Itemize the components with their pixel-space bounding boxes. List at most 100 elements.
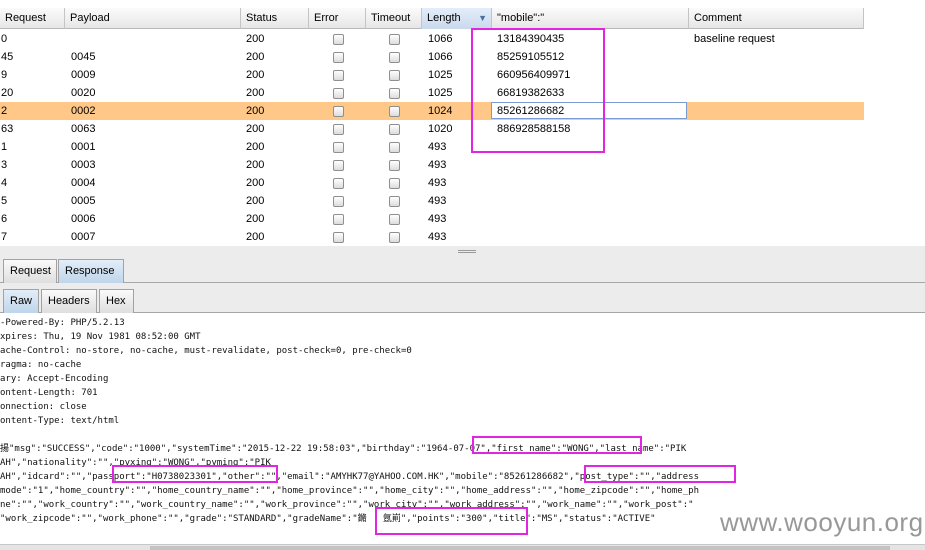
birthday-highlight-box	[472, 436, 642, 454]
error-checkbox[interactable]	[333, 142, 344, 153]
cell-comment	[693, 66, 694, 84]
timeout-checkbox[interactable]	[389, 142, 400, 153]
timeout-checkbox[interactable]	[389, 106, 400, 117]
table-row[interactable]: 7 0007 200 493	[0, 228, 864, 246]
tab-hex[interactable]: Hex	[99, 289, 134, 313]
table-row[interactable]: 1 0001 200 493	[0, 138, 864, 156]
results-table: Request Payload Status Error Timeout Len…	[0, 8, 864, 246]
table-row[interactable]: 5 0005 200 493	[0, 192, 864, 210]
col-header-error[interactable]: Error	[309, 8, 366, 29]
error-checkbox[interactable]	[333, 34, 344, 45]
cell-request: 7	[1, 231, 8, 243]
cell-payload: 0063	[71, 123, 96, 135]
raw-line: onnection: close	[0, 402, 87, 412]
tab-raw[interactable]: Raw	[3, 289, 39, 313]
raw-line: ary: Accept-Encoding	[0, 374, 109, 384]
cell-payload: 0009	[71, 69, 96, 81]
col-header-mobile[interactable]: "mobile":"	[492, 8, 689, 29]
cell-status: 200	[246, 195, 265, 207]
table-row[interactable]: 20 0020 200 1025 66819382633	[0, 84, 864, 102]
pane-splitter[interactable]	[0, 246, 925, 256]
cell-length: 1024	[428, 105, 453, 117]
table-row[interactable]: 63 0063 200 1020 886928588158	[0, 120, 864, 138]
cell-mobile	[496, 156, 497, 174]
cell-status: 200	[246, 51, 265, 63]
raw-line: ontent-Length: 701	[0, 388, 98, 398]
scrollbar-thumb[interactable]	[150, 546, 890, 550]
raw-line: xpires: Thu, 19 Nov 1981 08:52:00 GMT	[0, 332, 201, 342]
mobile-value-highlight-box	[584, 465, 736, 483]
cell-request: 9	[1, 69, 8, 81]
cell-payload: 0004	[71, 177, 96, 189]
col-header-length[interactable]: Length ▼	[422, 8, 492, 29]
cell-payload	[70, 30, 71, 48]
cell-length: 493	[428, 231, 447, 243]
cell-length: 1025	[428, 69, 453, 81]
cell-status: 200	[246, 159, 265, 171]
error-checkbox[interactable]	[333, 70, 344, 81]
table-header: Request Payload Status Error Timeout Len…	[0, 8, 864, 29]
error-checkbox[interactable]	[333, 232, 344, 243]
table-row[interactable]: 3 0003 200 493	[0, 156, 864, 174]
timeout-checkbox[interactable]	[389, 124, 400, 135]
sort-descending-icon: ▼	[478, 13, 487, 23]
cell-payload: 0020	[71, 87, 96, 99]
cell-comment	[693, 210, 694, 228]
col-header-timeout[interactable]: Timeout	[366, 8, 422, 29]
cell-status: 200	[246, 123, 265, 135]
cell-status: 200	[246, 213, 265, 225]
timeout-checkbox[interactable]	[389, 88, 400, 99]
timeout-checkbox[interactable]	[389, 196, 400, 207]
cell-payload: 0005	[71, 195, 96, 207]
timeout-checkbox[interactable]	[389, 34, 400, 45]
cell-mobile	[496, 174, 497, 192]
error-checkbox[interactable]	[333, 88, 344, 99]
error-checkbox[interactable]	[333, 214, 344, 225]
col-header-status[interactable]: Status	[241, 8, 309, 29]
raw-line: mode":"1","home_country":"","home_countr…	[0, 486, 699, 496]
cell-status: 200	[246, 69, 265, 81]
table-row[interactable]: 0 200 1066 13184390435 baseline request	[0, 30, 864, 48]
view-tabs: Raw Headers Hex	[0, 283, 925, 313]
timeout-checkbox[interactable]	[389, 160, 400, 171]
table-row[interactable]: 4 0004 200 493	[0, 174, 864, 192]
timeout-checkbox[interactable]	[389, 70, 400, 81]
cell-mobile	[496, 210, 497, 228]
cell-comment	[693, 192, 694, 210]
col-header-length-label: Length	[427, 12, 461, 24]
cell-length: 1066	[428, 33, 453, 45]
cell-request: 2	[1, 105, 8, 117]
error-checkbox[interactable]	[333, 178, 344, 189]
error-checkbox[interactable]	[333, 52, 344, 63]
mobile-highlight-box	[471, 28, 605, 153]
error-checkbox[interactable]	[333, 106, 344, 117]
raw-line: ragma: no-cache	[0, 360, 82, 370]
col-header-comment[interactable]: Comment	[689, 8, 864, 29]
cell-request: 0	[1, 33, 8, 45]
horizontal-scrollbar[interactable]	[0, 544, 925, 550]
cell-length: 493	[428, 213, 447, 225]
col-header-request[interactable]: Request	[0, 8, 65, 29]
tab-headers[interactable]: Headers	[41, 289, 97, 313]
timeout-checkbox[interactable]	[389, 232, 400, 243]
table-row[interactable]: 6 0006 200 493	[0, 210, 864, 228]
cell-status: 200	[246, 33, 265, 45]
cell-comment	[693, 84, 694, 102]
error-checkbox[interactable]	[333, 124, 344, 135]
table-row[interactable]: 2 0002 200 1024 85261286682	[0, 102, 864, 120]
timeout-checkbox[interactable]	[389, 214, 400, 225]
table-row[interactable]: 45 0045 200 1066 85259105512	[0, 48, 864, 66]
error-checkbox[interactable]	[333, 160, 344, 171]
cell-length: 1020	[428, 123, 453, 135]
cell-length: 1066	[428, 51, 453, 63]
cell-comment	[693, 138, 694, 156]
table-row[interactable]: 9 0009 200 1025 660956409971	[0, 66, 864, 84]
tab-request[interactable]: Request	[3, 259, 57, 283]
cell-comment	[693, 120, 694, 138]
timeout-checkbox[interactable]	[389, 178, 400, 189]
col-header-payload[interactable]: Payload	[65, 8, 241, 29]
cell-payload: 0045	[71, 51, 96, 63]
timeout-checkbox[interactable]	[389, 52, 400, 63]
tab-response[interactable]: Response	[58, 259, 124, 283]
error-checkbox[interactable]	[333, 196, 344, 207]
